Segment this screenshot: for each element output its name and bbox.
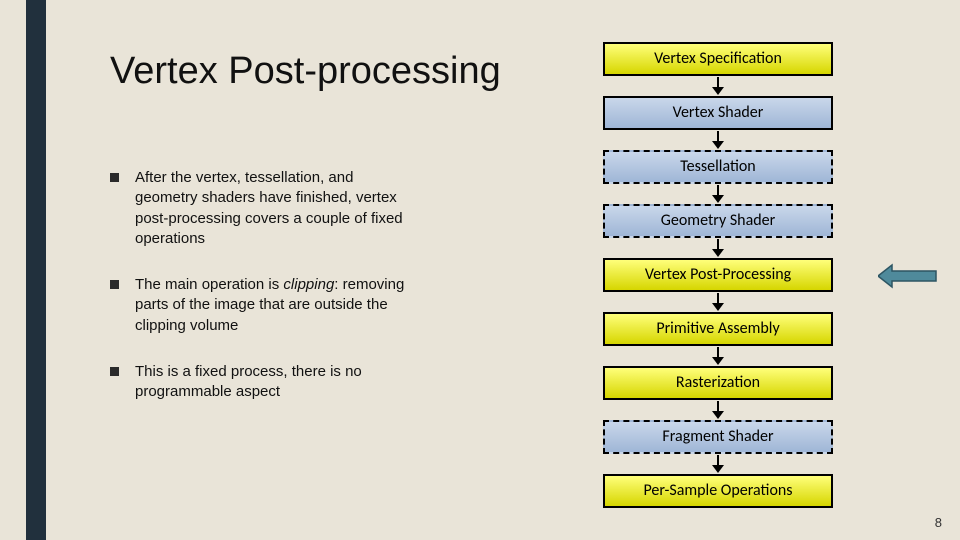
bullet-marker-icon — [110, 367, 119, 376]
arrow-down-icon — [711, 239, 725, 257]
stage-tessellation: Tessellation — [603, 150, 833, 184]
stage-primitive-assembly: Primitive Assembly — [603, 312, 833, 346]
bullet-text: After the vertex, tessellation, and geom… — [135, 168, 410, 249]
slide: Vertex Post-processing After the vertex,… — [0, 0, 960, 540]
stage-vertex-specification: Vertex Specification — [603, 42, 833, 76]
stage-rasterization: Rasterization — [603, 366, 833, 400]
arrow-down-icon — [711, 455, 725, 473]
stage-vertex-shader: Vertex Shader — [603, 96, 833, 130]
arrow-down-icon — [711, 131, 725, 149]
arrow-down-icon — [711, 347, 725, 365]
bullet-list: After the vertex, tessellation, and geom… — [110, 168, 410, 428]
bullet-text: The main operation is clipping: removing… — [135, 275, 410, 336]
arrow-down-icon — [711, 77, 725, 95]
stage-per-sample-operations: Per-Sample Operations — [603, 474, 833, 508]
page-number: 8 — [935, 515, 942, 530]
side-stripe — [26, 0, 46, 540]
pipeline-diagram: Vertex Specification Vertex Shader Tesse… — [568, 42, 868, 508]
bullet-marker-icon — [110, 280, 119, 289]
arrow-down-icon — [711, 293, 725, 311]
bullet-item: After the vertex, tessellation, and geom… — [110, 168, 410, 249]
stage-fragment-shader: Fragment Shader — [603, 420, 833, 454]
stage-geometry-shader: Geometry Shader — [603, 204, 833, 238]
arrow-down-icon — [711, 401, 725, 419]
bullet-text: This is a fixed process, there is no pro… — [135, 362, 410, 403]
slide-title: Vertex Post-processing — [110, 50, 501, 93]
arrow-down-icon — [711, 185, 725, 203]
bullet-item: This is a fixed process, there is no pro… — [110, 362, 410, 403]
pointer-arrow-icon — [878, 263, 938, 294]
bullet-item: The main operation is clipping: removing… — [110, 275, 410, 336]
stage-vertex-post-processing: Vertex Post-Processing — [603, 258, 833, 292]
bullet-marker-icon — [110, 173, 119, 182]
